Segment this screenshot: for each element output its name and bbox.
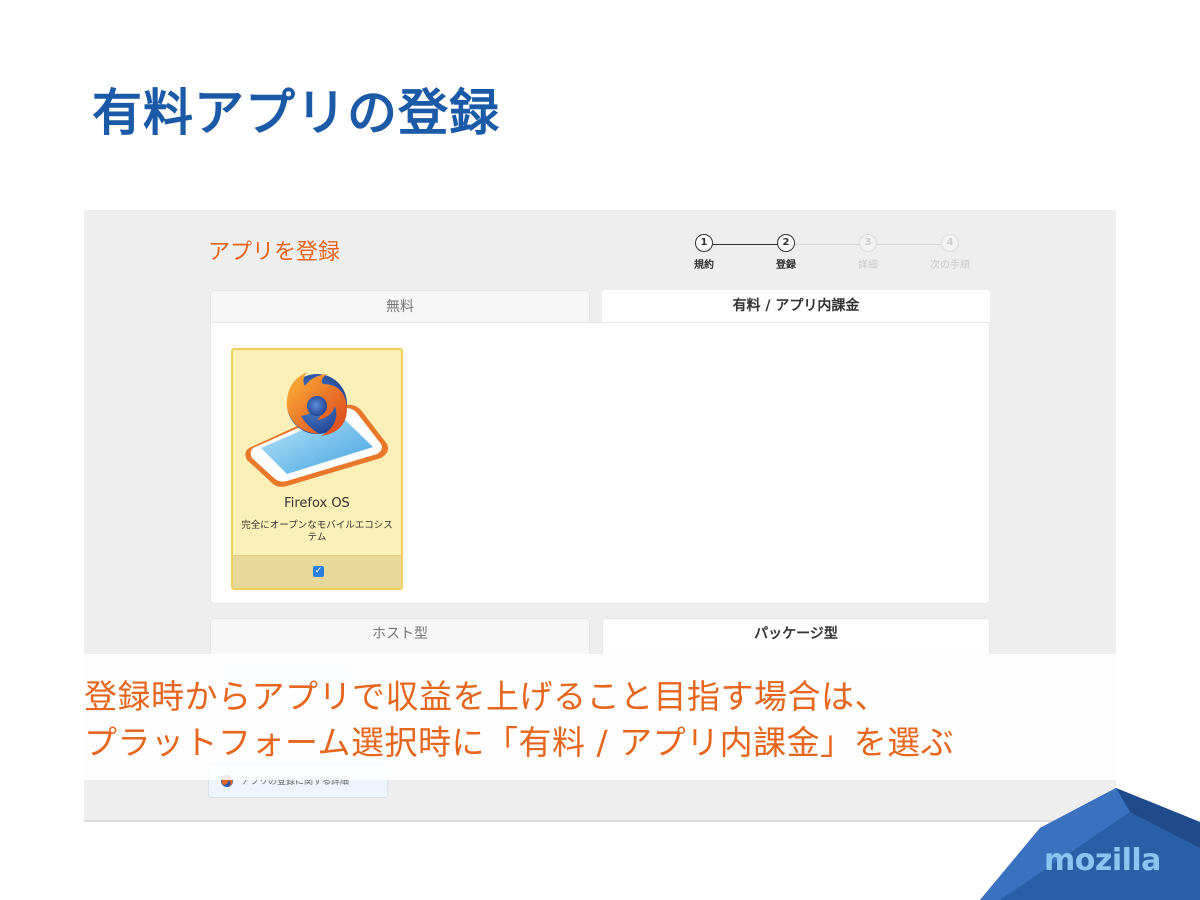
step-number: 1 — [695, 234, 713, 252]
step-next-steps: 4 次の手順 — [920, 234, 980, 271]
step-label: 次の手順 — [930, 260, 970, 271]
tab-free[interactable]: 無料 — [210, 290, 590, 322]
app-type-panel: ホスト型 パッケージ型 — [210, 618, 990, 658]
tab-packaged[interactable]: パッケージ型 — [602, 618, 990, 654]
step-label: 規約 — [694, 260, 714, 271]
mozilla-wordmark: mozilla — [1044, 843, 1161, 878]
payment-type-panel: 無料 有料 / アプリ内課金 Firefox OS 完全にオープンなモバイルエコ… — [210, 290, 990, 604]
page-heading: アプリを登録 — [208, 240, 341, 265]
step-number: 4 — [941, 234, 959, 252]
platform-checkbox[interactable]: ✓ — [313, 566, 324, 577]
slide-title: 有料アプリの登録 — [92, 84, 500, 142]
tab-hosted[interactable]: ホスト型 — [210, 618, 590, 654]
platform-card-footer: ✓ — [233, 555, 401, 588]
platform-name: Firefox OS — [284, 496, 350, 511]
progress-stepper: 1 規約 2 登録 3 詳細 4 次の手順 — [692, 234, 972, 278]
caption-line-2: プラットフォーム選択時に「有料 / アプリ内課金」を選ぶ — [84, 723, 955, 762]
step-number: 2 — [777, 234, 795, 252]
step-number: 3 — [859, 234, 877, 252]
step-label: 詳細 — [858, 260, 878, 271]
caption-line-1: 登録時からアプリで収益を上げること目指す場合は、 — [84, 677, 888, 716]
caption-overlay: 登録時からアプリで収益を上げること目指す場合は、 プラットフォーム選択時に「有料… — [84, 654, 1116, 780]
platform-description: 完全にオープンなモバイルエコシステム — [241, 520, 393, 543]
step-terms: 1 規約 — [674, 234, 734, 271]
step-label: 登録 — [776, 260, 796, 271]
platform-list: Firefox OS 完全にオープンなモバイルエコシステム ✓ — [210, 322, 990, 604]
step-details: 3 詳細 — [838, 234, 898, 271]
platform-card-firefox-os[interactable]: Firefox OS 完全にオープンなモバイルエコシステム ✓ — [231, 348, 403, 590]
firefox-phone-icon — [245, 372, 389, 487]
step-register: 2 登録 — [756, 234, 816, 271]
tab-paid-in-app[interactable]: 有料 / アプリ内課金 — [602, 290, 990, 322]
